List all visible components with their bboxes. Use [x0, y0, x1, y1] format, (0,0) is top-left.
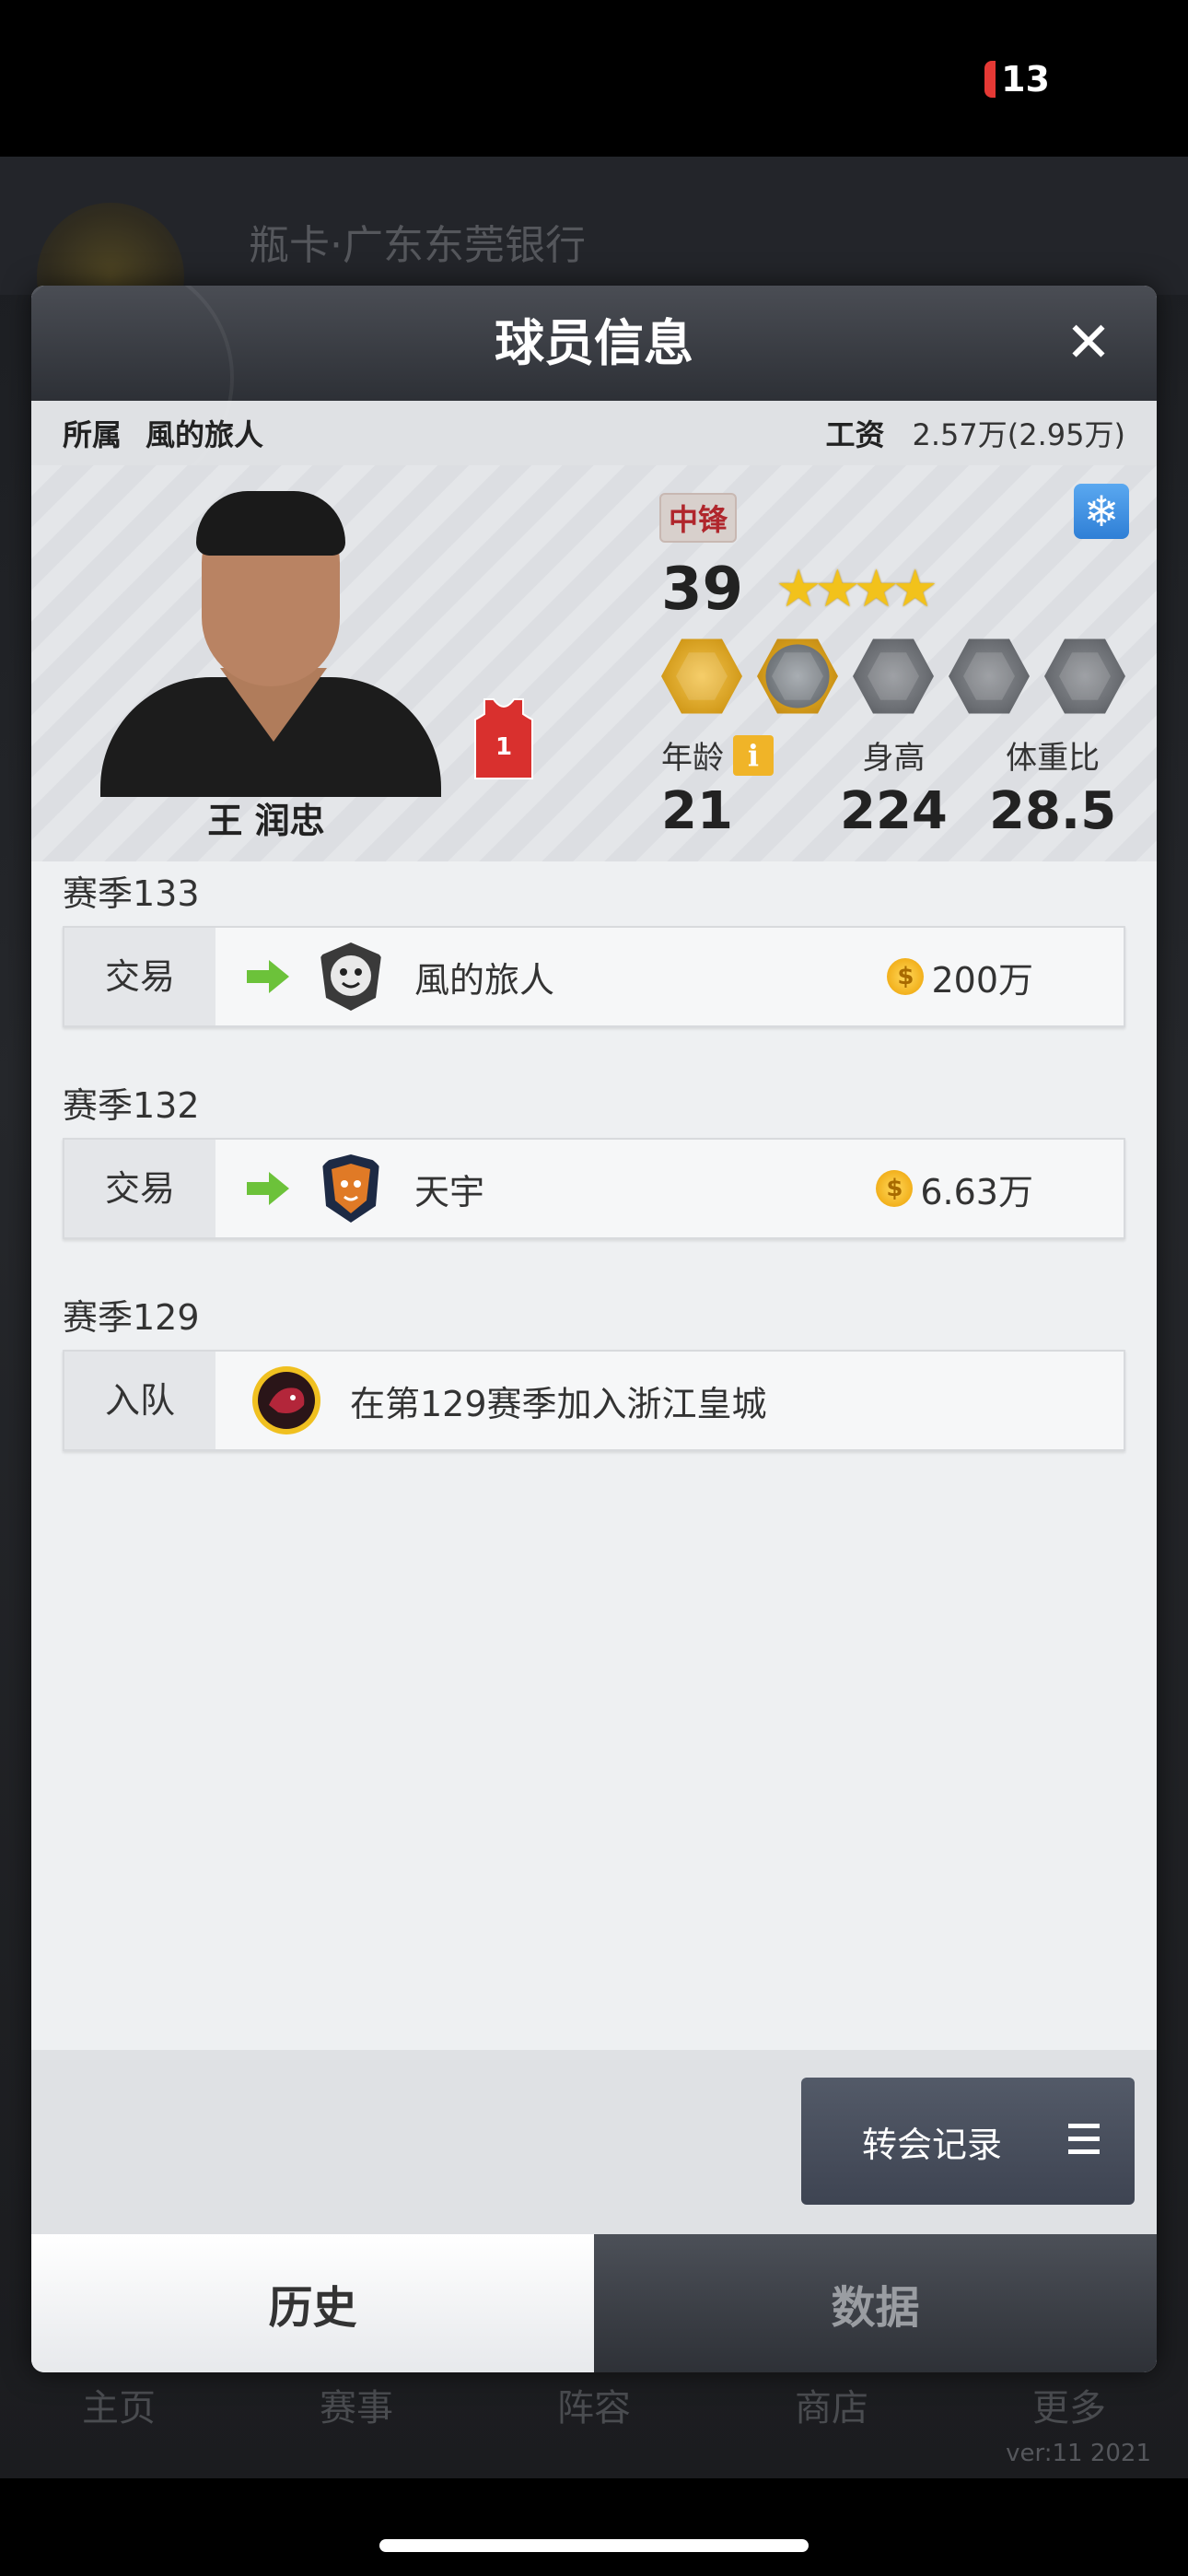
season-block: 赛季132 交易 天宇 $ 6.63万 [31, 1073, 1157, 1239]
skill-badge-locked[interactable] [1044, 638, 1125, 714]
star-icon: ★ [775, 559, 821, 619]
team-name: 風的旅人 [414, 959, 555, 1001]
transfer-fee: $ 200万 [887, 928, 1033, 1025]
fee-value: 200万 [931, 959, 1033, 1001]
background-header: 瓶卡·广东东莞银行 [0, 157, 1188, 350]
skill-badges [661, 636, 1125, 717]
skill-badge-locked[interactable] [949, 638, 1030, 714]
jersey-icon: 1 [474, 698, 533, 779]
join-description: 在第129赛季加入浙江皇城 [350, 1383, 767, 1424]
transfer-records-label: 转会记录 [862, 2124, 1003, 2165]
close-icon: ✕ [1065, 310, 1112, 375]
fee-value: 6.63万 [920, 1171, 1033, 1212]
coin-icon: $ [887, 958, 925, 995]
menu-icon [1068, 2124, 1100, 2155]
star-icon: ★ [891, 559, 938, 619]
boar-team-logo [252, 1366, 320, 1434]
stat-value: 28.5 [989, 781, 1117, 841]
history-record[interactable]: 交易 風的旅人 $ 200万 [63, 926, 1125, 1027]
snowflake-icon[interactable]: ❄ [1074, 484, 1129, 539]
arrow-right-icon [247, 1172, 289, 1205]
season-block: 赛季133 交易 風的旅人 $ 200万 [31, 861, 1157, 1027]
team-name: 天宇 [414, 1171, 485, 1212]
transfer-fee: $ 6.63万 [876, 1140, 1033, 1237]
season-block: 赛季129 入队 在第129赛季加入浙江皇城 [31, 1285, 1157, 1451]
tab-data[interactable]: 数据 [594, 2234, 1157, 2372]
star-icon: ★ [853, 559, 899, 619]
coin-icon: $ [876, 1170, 914, 1207]
stat-age: 年龄 i 21 [661, 732, 774, 841]
background-nav-item: 阵容 [557, 2387, 631, 2430]
modal-header: 球员信息 ✕ [31, 286, 1157, 498]
stat-label: 体重比 [1006, 740, 1101, 777]
tiger-team-logo [320, 943, 381, 1011]
stat-height: 身高 224 [840, 732, 948, 841]
transfer-history: 赛季133 交易 風的旅人 $ 200万 赛季132 交易 天宇 $ 6.63万… [31, 861, 1157, 1497]
background-title: 瓶卡·广东东莞银行 [249, 222, 586, 269]
skill-badge-locked[interactable] [853, 638, 934, 714]
battery-icon [984, 61, 996, 98]
player-name: 王 润忠 [207, 801, 325, 841]
player-info-modal: 球员信息 ✕ 所属 風的旅人 工资 2.57万(2.95万) 1 王 润忠 中锋… [31, 286, 1157, 2372]
season-title: 赛季132 [63, 1085, 200, 1126]
season-title: 赛季129 [63, 1297, 200, 1338]
transfer-records-button[interactable]: 转会记录 [801, 2078, 1135, 2205]
stat-label: 年龄 [661, 740, 724, 777]
stat-weight-ratio: 体重比 28.5 [989, 732, 1116, 841]
star-rating: ★ ★ ★ ★ [775, 559, 938, 619]
info-icon[interactable]: i [733, 734, 774, 776]
background-nav-item: 商店 [795, 2387, 868, 2430]
arrow-right-icon [247, 960, 289, 993]
status-bar: 13 [0, 0, 1188, 157]
skill-badge-shooter[interactable] [757, 638, 838, 714]
background-nav-item: 更多 [1032, 2387, 1106, 2430]
record-type: 入队 [64, 1352, 215, 1449]
record-type: 交易 [64, 1140, 215, 1237]
stat-value: 224 [840, 781, 948, 841]
battery-indicator: 13 [984, 59, 1050, 100]
star-icon: ★ [814, 559, 860, 619]
tiger-shield-logo [322, 1154, 379, 1223]
season-title: 赛季133 [63, 873, 200, 914]
jersey-number: 1 [495, 733, 512, 761]
history-record[interactable]: 入队 在第129赛季加入浙江皇城 [63, 1350, 1125, 1451]
position-badge: 中锋 [659, 493, 738, 543]
player-rating: 39 [661, 556, 744, 624]
salary-value: 2.57万(2.95万) [912, 417, 1125, 452]
version-label: ver:11 2021 [1006, 2440, 1151, 2467]
salary-label: 工资 [825, 417, 885, 452]
history-record[interactable]: 交易 天宇 $ 6.63万 [63, 1138, 1125, 1239]
stat-value: 21 [661, 781, 733, 841]
record-type: 交易 [64, 928, 215, 1025]
tab-bar: 历史 数据 [31, 2234, 1157, 2372]
skill-badge-gold[interactable] [661, 638, 742, 714]
battery-level: 13 [1001, 59, 1050, 100]
modal-footer: 转会记录 [31, 2050, 1157, 2234]
background-nav-item: 主页 [82, 2387, 156, 2430]
stat-label: 身高 [862, 740, 926, 777]
player-card: 1 王 润忠 中锋 ❄ 39 ★ ★ ★ ★ 年龄 i 21 身高 224 体重比 [31, 465, 1157, 861]
modal-title: 球员信息 [495, 314, 693, 372]
close-button[interactable]: ✕ [1059, 313, 1118, 372]
tab-history[interactable]: 历史 [31, 2234, 594, 2372]
home-indicator[interactable] [379, 2539, 809, 2552]
background-nav-item: 赛事 [320, 2387, 393, 2430]
player-portrait [82, 484, 450, 797]
